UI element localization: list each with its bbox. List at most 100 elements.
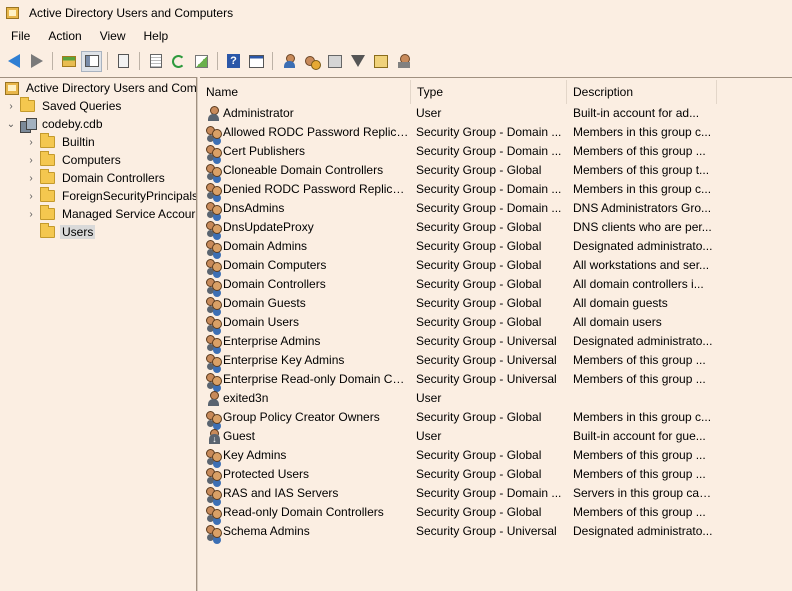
cell-name: Guest	[223, 429, 256, 443]
cell-type: Security Group - Global	[416, 277, 542, 291]
table-row[interactable]: Allowed RODC Password Replicat... Securit…	[200, 123, 792, 142]
table-row[interactable]: Domain Users Security Group - Global All d…	[200, 313, 792, 332]
table-row[interactable]: Administrator User Built-in account for ad…	[200, 104, 792, 123]
menu-help[interactable]: Help	[135, 29, 178, 43]
table-row[interactable]: Key Admins Security Group - Global Members…	[200, 446, 792, 465]
tree-item-domain-controllers[interactable]: › Domain Controllers	[26, 169, 167, 187]
find-button[interactable]	[370, 51, 391, 72]
expand-arrow-icon[interactable]: ›	[26, 151, 36, 169]
cell-type: Security Group - Global	[416, 239, 542, 253]
cell-type: Security Group - Global	[416, 220, 542, 234]
cell-name: Domain Guests	[223, 296, 306, 310]
cell-description: Built-in account for ad...	[573, 106, 700, 120]
menu-file[interactable]: File	[2, 29, 39, 43]
cell-name: Read-only Domain Controllers	[223, 505, 384, 519]
find-icon	[373, 54, 388, 68]
tree-item-domain[interactable]: ⌄ codeby.cdb	[6, 115, 105, 133]
refresh-button[interactable]	[168, 51, 189, 72]
menu-action[interactable]: Action	[39, 29, 90, 43]
expand-arrow-icon[interactable]: ›	[26, 133, 36, 151]
table-row[interactable]: DnsUpdateProxy Security Group - Global DNS…	[200, 218, 792, 237]
table-row[interactable]: Read-only Domain Controllers Security Gro…	[200, 503, 792, 522]
column-header-name[interactable]: Name	[200, 80, 411, 104]
refresh-icon	[172, 54, 185, 68]
tree-item-label: Computers	[62, 153, 121, 167]
tree-item-label: Domain Controllers	[62, 171, 165, 185]
forward-button[interactable]	[26, 51, 47, 72]
clipboard-button[interactable]	[113, 51, 134, 72]
folder-icon	[40, 187, 55, 202]
table-row[interactable]: Protected Users Security Group - Global Me…	[200, 465, 792, 484]
expand-arrow-icon[interactable]: ›	[26, 169, 36, 187]
cell-type: Security Group - Global	[416, 467, 542, 481]
export-icon	[195, 54, 208, 68]
new-group-button[interactable]	[301, 51, 322, 72]
new-ou-button[interactable]	[324, 51, 345, 72]
properties-button[interactable]	[246, 51, 267, 72]
clipboard-icon	[118, 54, 129, 68]
console-tree[interactable]: Active Directory Users and Com › Saved Q…	[0, 77, 197, 591]
table-row[interactable]: RAS and IAS Servers Security Group - Doma…	[200, 484, 792, 503]
tree-item-users[interactable]: Users	[36, 223, 96, 241]
table-row[interactable]: exited3n User	[200, 389, 792, 408]
column-header-type[interactable]: Type	[411, 80, 567, 104]
expand-arrow-icon[interactable]: ›	[6, 97, 16, 115]
cell-name: Group Policy Creator Owners	[223, 410, 380, 424]
help-button[interactable]: ?	[223, 51, 244, 72]
table-row[interactable]: Schema Admins Security Group - Universal D…	[200, 522, 792, 541]
cell-description: Members of this group ...	[573, 144, 706, 158]
menu-view[interactable]: View	[91, 29, 135, 43]
table-row[interactable]: Cloneable Domain Controllers Security Gro…	[200, 161, 792, 180]
cell-description	[573, 389, 713, 408]
tree-item-managed-service-accounts[interactable]: › Managed Service Accour	[26, 205, 196, 223]
table-row[interactable]: Cert Publishers Security Group - Domain .…	[200, 142, 792, 161]
tree-item-label: Users	[60, 225, 96, 239]
expand-arrow-icon[interactable]: ›	[26, 205, 36, 223]
back-button[interactable]	[3, 51, 24, 72]
tree-item-foreign-security-principals[interactable]: › ForeignSecurityPrincipals	[26, 187, 196, 205]
new-user-button[interactable]	[278, 51, 299, 72]
table-row[interactable]: Domain Guests Security Group - Global All …	[200, 294, 792, 313]
table-row[interactable]: Enterprise Admins Security Group - Univer…	[200, 332, 792, 351]
cell-description: Members of this group ...	[573, 372, 706, 386]
filter-button[interactable]	[347, 51, 368, 72]
delegate-control-icon	[397, 54, 411, 68]
forward-arrow-icon	[30, 54, 43, 68]
table-row[interactable]: Enterprise Key Admins Security Group - Un…	[200, 351, 792, 370]
details-pane[interactable]: Name Type Description Administrator User B…	[200, 77, 792, 591]
cell-description: Members of this group ...	[573, 353, 706, 367]
table-row[interactable]: Domain Computers Security Group - Global A…	[200, 256, 792, 275]
aduc-root-icon	[5, 81, 19, 95]
cell-type: Security Group - Universal	[416, 524, 557, 538]
table-row[interactable]: Denied RODC Password Replicati... Securit…	[200, 180, 792, 199]
expand-arrow-icon[interactable]: ›	[26, 187, 36, 205]
cell-description: Built-in account for gue...	[573, 429, 706, 443]
cell-description: Members of this group t...	[573, 163, 710, 177]
user-icon	[206, 106, 221, 121]
group-icon	[206, 486, 222, 501]
table-row[interactable]: Domain Controllers Security Group - Globa…	[200, 275, 792, 294]
collapse-arrow-icon[interactable]: ⌄	[6, 115, 16, 133]
up-one-level-button[interactable]	[58, 51, 79, 72]
cell-type: Security Group - Global	[416, 296, 542, 310]
cell-type: User	[416, 106, 442, 120]
export-button[interactable]	[191, 51, 212, 72]
export-list-button[interactable]	[145, 51, 166, 72]
table-row[interactable]: Enterprise Read-only Domain Co... Securit…	[200, 370, 792, 389]
app-icon	[6, 7, 19, 19]
table-row[interactable]: DnsAdmins Security Group - Domain ... DNS …	[200, 199, 792, 218]
table-row[interactable]: Group Policy Creator Owners Security Grou…	[200, 408, 792, 427]
tree-item-saved-queries[interactable]: › Saved Queries	[6, 97, 123, 115]
cell-type: Security Group - Domain ...	[416, 125, 562, 139]
table-row[interactable]: Domain Admins Security Group - Global Desi…	[200, 237, 792, 256]
group-icon	[206, 467, 222, 482]
column-header-description[interactable]: Description	[567, 80, 717, 104]
show-hide-console-tree-button[interactable]	[81, 50, 102, 72]
tree-item-computers[interactable]: › Computers	[26, 151, 123, 169]
tree-root[interactable]: Active Directory Users and Com	[3, 79, 196, 97]
table-row[interactable]: Guest User Built-in account for gue...	[200, 427, 792, 446]
tree-item-label: codeby.cdb	[42, 117, 103, 131]
tree-item-builtin[interactable]: › Builtin	[26, 133, 97, 151]
back-arrow-icon	[7, 54, 20, 68]
delegate-control-button[interactable]	[393, 51, 414, 72]
